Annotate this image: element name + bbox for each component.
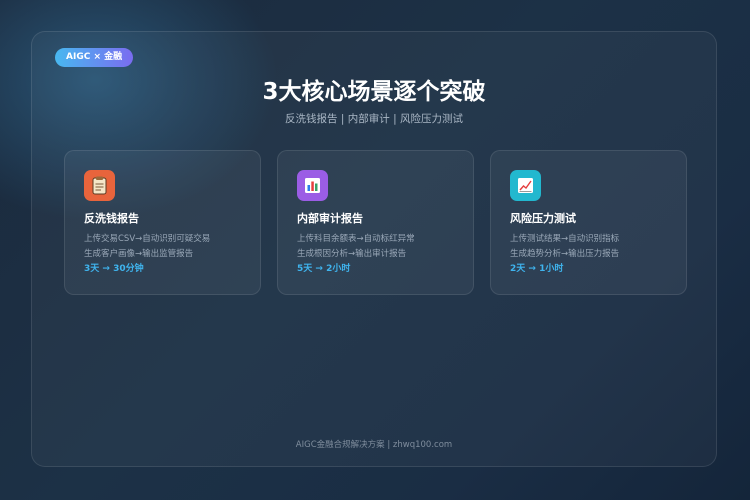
feature-description-line: 上传科目余额表→自动标红异常 — [297, 234, 415, 244]
feature-result: 2天 → 1小时 — [510, 264, 564, 274]
main-card: AIGC × 金融 3大核心场景逐个突破 反洗钱报告 | 内部审计 | 风险压力… — [31, 31, 717, 467]
trend-chart-icon — [510, 170, 541, 201]
clipboard-icon — [84, 170, 115, 201]
page-subtitle: 反洗钱报告 | 内部审计 | 风险压力测试 — [285, 113, 463, 125]
feature-description-line: 生成根因分析→输出审计报告 — [297, 249, 407, 259]
feature-result: 5天 → 2小时 — [297, 264, 351, 274]
feature-title: 反洗钱报告 — [84, 212, 139, 225]
category-badge: AIGC × 金融 — [55, 48, 134, 67]
bar-chart-icon — [297, 170, 328, 201]
feature-card-internal-audit: 内部审计报告 上传科目余额表→自动标红异常 生成根因分析→输出审计报告 5天 →… — [277, 150, 474, 295]
feature-card-stress-test: 风险压力测试 上传测试结果→自动识别指标 生成趋势分析→输出压力报告 2天 → … — [490, 150, 687, 295]
feature-card-aml-report: 反洗钱报告 上传交易CSV→自动识别可疑交易 生成客户画像→输出监管报告 3天 … — [64, 150, 261, 295]
feature-title: 内部审计报告 — [297, 212, 363, 225]
page-title: 3大核心场景逐个突破 — [262, 79, 486, 105]
feature-description-line: 上传测试结果→自动识别指标 — [510, 234, 620, 244]
feature-result: 3天 → 30分钟 — [84, 264, 144, 274]
footer-text: AIGC金融合规解决方案 | zhwq100.com — [295, 440, 453, 450]
feature-title: 风险压力测试 — [510, 212, 576, 225]
feature-description-line: 上传交易CSV→自动识别可疑交易 — [84, 234, 211, 244]
feature-description-line: 生成客户画像→输出监管报告 — [84, 249, 194, 259]
feature-description-line: 生成趋势分析→输出压力报告 — [510, 249, 620, 259]
